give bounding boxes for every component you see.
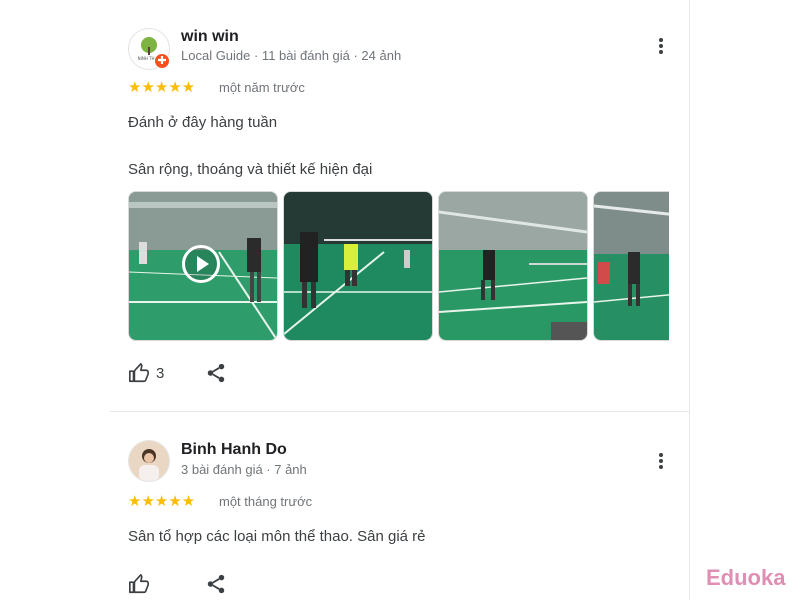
thumbs-up-icon	[129, 363, 149, 383]
review-time: một năm trước	[219, 80, 305, 95]
like-button[interactable]: 3	[128, 362, 164, 384]
review-photo[interactable]	[438, 191, 588, 341]
review-time: một tháng trước	[219, 494, 313, 509]
avatar-photo	[129, 441, 169, 481]
photo-strip	[128, 191, 669, 341]
review-photo[interactable]	[593, 191, 669, 341]
review-photo[interactable]	[283, 191, 433, 341]
share-button[interactable]	[205, 362, 227, 384]
author-name[interactable]: win win	[181, 28, 239, 46]
avatar[interactable]	[128, 440, 170, 482]
watermark-logo: Eduoka	[706, 565, 786, 590]
play-icon[interactable]	[182, 245, 220, 283]
review-text: Đánh ở đây hàng tuần	[128, 114, 278, 131]
review-divider	[110, 411, 689, 412]
share-icon	[207, 363, 225, 383]
author-name[interactable]: Binh Hanh Do	[181, 441, 287, 459]
author-meta: Local Guide · 11 bài đánh giá · 24 ảnh	[181, 48, 402, 63]
author-meta: 3 bài đánh giá · 7 ảnh	[181, 462, 307, 477]
thumbs-up-icon	[129, 574, 149, 594]
reviews-panel: NINH THAO ✚ win win Local Guide · 11 bài…	[110, 0, 690, 600]
star-rating: ★★★★★	[128, 493, 196, 510]
like-button[interactable]	[128, 573, 150, 595]
review-video-thumbnail[interactable]	[128, 191, 278, 341]
like-count: 3	[156, 364, 165, 382]
review-text: Sân rộng, thoáng và thiết kế hiện đại	[128, 161, 373, 178]
share-button[interactable]	[205, 573, 227, 595]
more-options-icon[interactable]	[649, 34, 673, 58]
local-guide-badge-icon: ✚	[154, 53, 170, 69]
star-rating: ★★★★★	[128, 79, 196, 96]
more-options-icon[interactable]	[649, 449, 673, 473]
share-icon	[207, 574, 225, 594]
review-text: Sân tổ hợp các loại môn thể thao. Sân gi…	[128, 528, 426, 545]
